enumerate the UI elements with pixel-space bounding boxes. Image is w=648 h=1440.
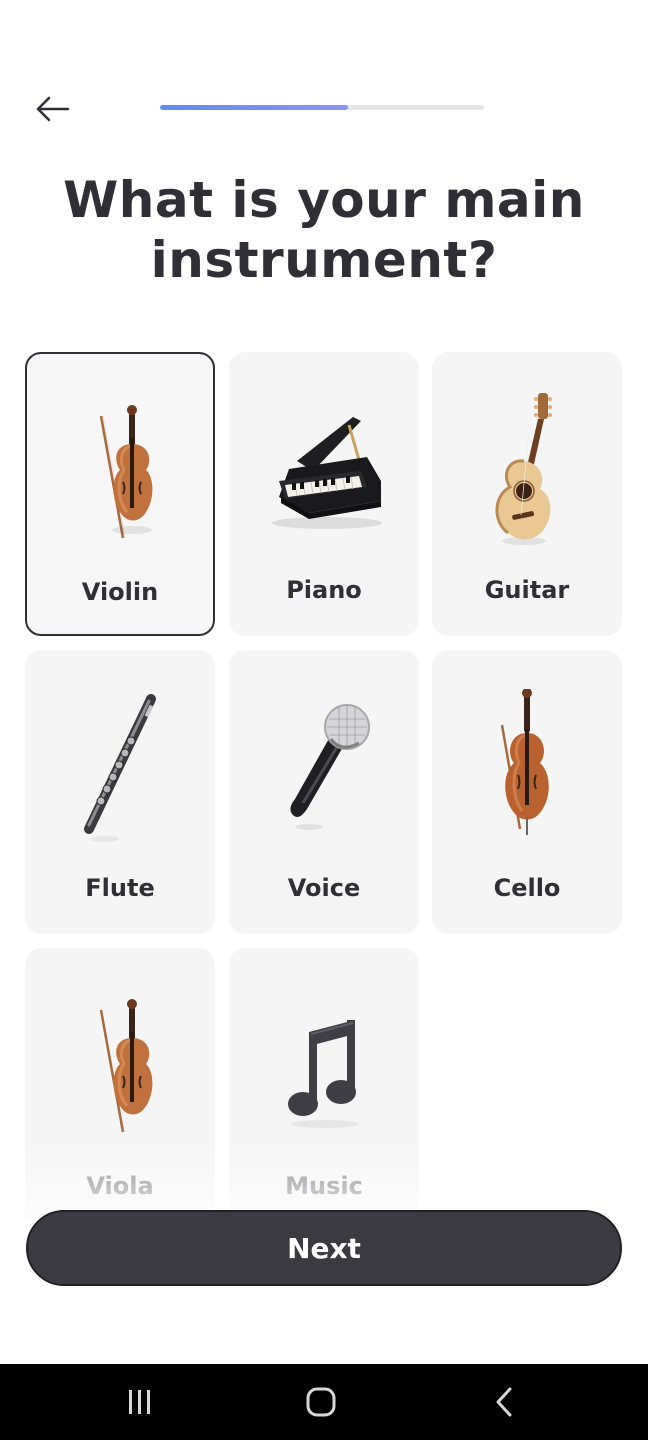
instrument-label: Cello [493, 874, 561, 902]
page-title: What is your main instrument? [63, 171, 585, 289]
back-button[interactable] [30, 90, 74, 128]
instrument-card-piano[interactable]: Piano [229, 352, 419, 636]
instrument-card-violin[interactable]: Violin [25, 352, 215, 636]
home-icon [306, 1387, 336, 1417]
instrument-label: Music [285, 1172, 363, 1200]
instrument-card-voice[interactable]: Voice [229, 650, 419, 934]
grand-piano-icon [272, 417, 382, 529]
instrument-card-guitar[interactable]: Guitar [432, 352, 622, 636]
recent-apps-icon [129, 1390, 150, 1414]
instrument-card-music[interactable]: Music [229, 948, 419, 1222]
flute-icon [84, 694, 156, 842]
progress-bar [160, 105, 484, 110]
instrument-label: Guitar [484, 576, 570, 604]
next-button[interactable]: Next [26, 1210, 622, 1286]
recent-apps-button[interactable] [118, 1382, 162, 1422]
arrow-left-icon [36, 96, 70, 122]
music-note-icon [288, 1020, 359, 1128]
cello-icon [500, 689, 549, 835]
system-navigation-bar [0, 1364, 648, 1440]
instrument-grid: Violin Piano Guitar Flute Voice Cello Vi… [25, 352, 623, 1222]
instrument-label: Flute [85, 874, 155, 902]
acoustic-guitar-icon [495, 393, 552, 545]
microphone-icon [290, 704, 370, 830]
instrument-card-viola[interactable]: Viola [25, 948, 215, 1222]
violin-icon [99, 405, 153, 539]
viola-icon [99, 999, 153, 1133]
instrument-label: Piano [286, 576, 362, 604]
instrument-card-cello[interactable]: Cello [432, 650, 622, 934]
progress-fill [160, 105, 348, 110]
back-chevron-icon [496, 1387, 512, 1417]
system-back-button[interactable] [482, 1382, 526, 1422]
instrument-label: Voice [287, 874, 361, 902]
home-button[interactable] [299, 1382, 343, 1422]
instrument-label: Viola [86, 1172, 154, 1200]
instrument-label: Violin [81, 578, 159, 606]
instrument-card-flute[interactable]: Flute [25, 650, 215, 934]
